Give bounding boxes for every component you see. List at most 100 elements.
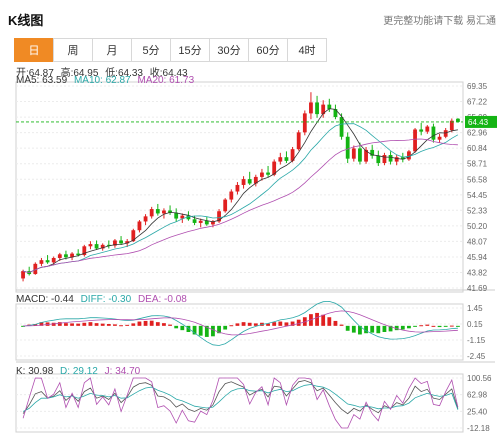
macd-pane-frame [15, 303, 464, 361]
ma5-line [23, 108, 458, 274]
macd-bar-up [333, 320, 338, 326]
candle-down [431, 126, 436, 140]
candle-up [302, 113, 307, 133]
macd-bar-up [82, 322, 87, 326]
candle-up [278, 157, 283, 162]
candle-up [229, 191, 234, 200]
diff-value: DIFF: -0.30 [80, 294, 132, 305]
macd-bar-up [125, 324, 130, 326]
ma-row: MA5: 63.59 MA10: 62.87 MA20: 61.73 [16, 75, 198, 86]
candle-up [425, 126, 430, 132]
kdj-tick-label: 25.40 [467, 407, 488, 416]
candle-up [149, 209, 154, 217]
k-line [22, 380, 459, 415]
macd-bar-up [88, 322, 93, 326]
macd-tick-label: 1.45 [467, 304, 483, 313]
macd-bar-up [241, 322, 246, 326]
macd-bar-up [168, 324, 172, 326]
candle-down [266, 172, 270, 175]
macd-bar-down [174, 325, 179, 329]
candle-down [456, 118, 460, 122]
candle-up [382, 155, 387, 164]
price-tick-label: 45.94 [467, 253, 488, 262]
candle-down [333, 109, 338, 118]
macd-tick-label: -1.15 [467, 336, 486, 345]
macd-bar-up [419, 325, 424, 327]
macd-bar-up [235, 323, 240, 326]
macd-bar-down [345, 325, 350, 331]
price-tick-label: 69.35 [467, 82, 488, 91]
candle-down [94, 244, 99, 249]
price-tick-label: 54.45 [467, 191, 488, 200]
macd-bar-up [247, 322, 252, 326]
macd-bar-down [413, 325, 417, 327]
ma20-value: MA20: 61.73 [137, 75, 195, 86]
candle-up [260, 172, 264, 177]
candle-down [192, 219, 197, 223]
price-tick-label: 41.69 [467, 284, 488, 293]
macd-bar-up [76, 323, 81, 326]
d-line [22, 384, 459, 412]
macd-bar-up [149, 320, 154, 326]
macd-bar-down [223, 325, 228, 330]
macd-bar-down [407, 325, 411, 329]
candle-down [64, 254, 68, 258]
kdj-tick-label: 62.98 [467, 391, 488, 400]
kdj-tick-label: -12.18 [467, 424, 490, 433]
macd-bar-up [100, 323, 105, 326]
price-pane-frame [15, 81, 464, 293]
candle-up [309, 102, 313, 114]
ma5-value: MA5: 63.59 [16, 75, 68, 86]
macd-bar-down [443, 325, 448, 327]
macd-bar-down [370, 325, 375, 333]
macd-bar-up [106, 324, 111, 326]
macd-bar-up [449, 325, 454, 327]
candle-down [315, 102, 319, 115]
price-tick-label: 48.07 [467, 237, 488, 246]
macd-bar-up [70, 323, 74, 326]
candle-up [143, 216, 148, 222]
candle-up [296, 132, 301, 150]
macd-bar-up [119, 325, 123, 327]
kdj-tick-label: 100.56 [467, 374, 492, 383]
price-tick-label: 43.82 [467, 268, 488, 277]
candle-up [351, 148, 356, 159]
j-value: J: 34.70 [104, 366, 141, 377]
price-tick-label: 60.84 [467, 144, 488, 153]
macd-row: MACD: -0.44 DIFF: -0.30 DEA: -0.08 [16, 294, 191, 305]
macd-bar-down [376, 325, 381, 334]
macd-tick-label: -2.45 [467, 352, 486, 361]
macd-bar-up [315, 312, 319, 326]
macd-bar-down [400, 325, 405, 330]
candle-up [437, 136, 442, 140]
candle-down [345, 136, 350, 159]
candle-up [51, 257, 56, 263]
macd-bar-down [198, 325, 203, 336]
candle-down [388, 155, 393, 162]
price-tick-label: 56.58 [467, 175, 488, 184]
d-value: D: 29.12 [60, 366, 98, 377]
dea-value: DEA: -0.08 [137, 294, 187, 305]
price-tick-label: 50.20 [467, 222, 488, 231]
macd-bar-up [162, 323, 166, 326]
macd-bar-up [284, 322, 289, 326]
candle-down [284, 157, 289, 161]
macd-bar-up [253, 323, 258, 326]
candle-down [204, 220, 209, 225]
macd-bar-up [113, 324, 117, 326]
macd-bar-up [339, 324, 344, 326]
macd-value: MACD: -0.44 [16, 294, 74, 305]
kdj-row: K: 30.98 D: 29.12 J: 34.70 [16, 366, 144, 377]
candle-down [119, 240, 123, 244]
price-tick-label: 67.22 [467, 98, 488, 107]
candle-up [57, 254, 62, 258]
macd-bar-down [211, 325, 215, 337]
candle-down [45, 260, 50, 263]
macd-bar-up [321, 314, 326, 326]
macd-bar-up [131, 323, 136, 326]
macd-bar-up [94, 323, 99, 326]
candle-up [443, 130, 448, 137]
price-tick-label: 58.71 [467, 160, 488, 169]
price-tick-label: 52.33 [467, 206, 488, 215]
candle-up [198, 220, 203, 223]
